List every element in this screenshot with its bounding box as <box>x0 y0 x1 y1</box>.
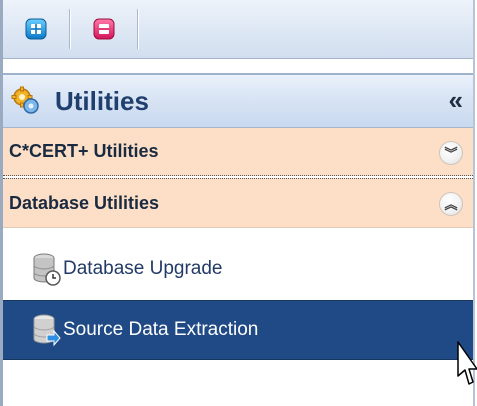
list-item-source-data-extraction[interactable]: Source Data Extraction <box>3 300 473 360</box>
chevron-double-down-icon[interactable]: ︾ <box>439 141 463 165</box>
list-item-label: Database Upgrade <box>63 258 223 279</box>
expand-all-icon <box>25 18 47 40</box>
panel-divider <box>3 59 473 75</box>
chevron-double-up-icon[interactable]: ︽ <box>439 192 463 216</box>
section-cert-utilities[interactable]: C*CERT+ Utilities ︾ <box>3 128 473 176</box>
expand-all-button[interactable] <box>21 14 51 44</box>
collapse-all-button[interactable] <box>89 14 119 44</box>
section-label: C*CERT+ Utilities <box>9 141 159 161</box>
list-item-label: Source Data Extraction <box>63 319 259 340</box>
collapse-all-icon <box>93 18 115 40</box>
mouse-cursor-icon <box>457 341 477 385</box>
list-item-database-upgrade[interactable]: Database Upgrade <box>3 244 473 294</box>
database-export-icon <box>33 314 61 347</box>
database-clock-icon <box>33 253 61 286</box>
utilities-panel: Utilities « C*CERT+ Utilities ︾ Database… <box>0 0 475 406</box>
panel-header: Utilities « <box>3 75 473 128</box>
section-label: Database Utilities <box>9 192 160 213</box>
section-database-utilities[interactable]: Database Utilities ︽ <box>3 178 473 228</box>
toolbar <box>3 0 473 59</box>
collapse-panel-button[interactable]: « <box>449 87 463 113</box>
toolbar-separator <box>137 9 139 49</box>
gears-icon <box>11 86 39 114</box>
toolbar-separator <box>69 9 71 49</box>
panel-title: Utilities <box>55 85 149 116</box>
